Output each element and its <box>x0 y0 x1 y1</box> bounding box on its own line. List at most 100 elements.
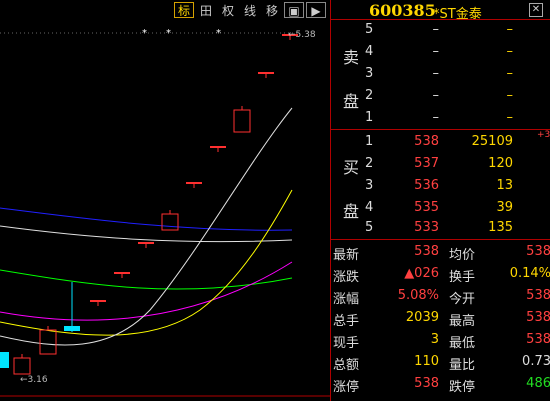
toolbar-move-button[interactable]: 移 <box>262 2 282 18</box>
ma-white-line <box>0 225 293 243</box>
stat-value: 538 <box>526 310 550 325</box>
stat-label: 今开 <box>449 292 476 307</box>
stat-row: 总手 2039 最高 538 <box>331 310 550 332</box>
stat-value: 538 <box>414 244 439 259</box>
sell-level: 3 <box>365 66 374 81</box>
stat-label: 现手 <box>333 336 360 351</box>
stat-value: 0.14% <box>509 266 550 281</box>
stat-row: 最新 538 均价 538 <box>331 244 550 266</box>
sell-price: – <box>432 88 440 103</box>
buy-row[interactable]: 5 533 135 <box>331 220 550 240</box>
event-star-marker[interactable]: * <box>142 28 147 39</box>
stat-label: 涨幅 <box>333 292 360 307</box>
stat-label: 涨停 <box>333 380 360 395</box>
toolbar-grid-button[interactable]: 田 <box>196 2 216 18</box>
buy-price: 537 <box>414 156 439 171</box>
stat-row: 涨幅 5.08% 今开 538 <box>331 288 550 310</box>
sell-row[interactable]: 1 – – <box>331 110 550 130</box>
sell-volume: – <box>506 44 514 59</box>
toolbar-rights-button[interactable]: 权 <box>218 2 238 18</box>
stat-row: 涨停 538 跌停 486 <box>331 376 550 398</box>
max-price-label: ←5.38 <box>288 30 316 40</box>
sell-volume: – <box>506 66 514 81</box>
sell-level: 2 <box>365 88 374 103</box>
buy-level: 1 <box>365 134 374 149</box>
stat-label: 最新 <box>333 248 360 263</box>
stat-label: 量比 <box>449 358 476 373</box>
stat-value: 2039 <box>405 310 439 325</box>
sell-row[interactable]: 4 – – <box>331 44 550 64</box>
candle-body <box>39 329 57 355</box>
min-price-label: ←3.16 <box>20 375 48 385</box>
buy-price: 538 <box>414 134 439 149</box>
close-icon[interactable]: ✕ <box>529 3 543 17</box>
toolbar-mark-button[interactable]: 标 <box>174 2 194 18</box>
buy-price: 536 <box>414 178 439 193</box>
stock-code: 600385 <box>369 1 436 20</box>
stat-value: 3 <box>430 332 439 347</box>
toolbar-play-icon[interactable]: ▶ <box>306 2 326 18</box>
quote-panel: 600385 *ST金泰 ✕ 卖 盘 5 – – 4 – – 3 – – 2 –… <box>330 0 550 401</box>
stat-label: 总手 <box>333 314 360 329</box>
buy-row[interactable]: 4 535 39 <box>331 200 550 220</box>
stat-value: 538 <box>414 376 439 391</box>
stat-value: 538 <box>526 244 550 259</box>
event-star-marker[interactable]: * <box>216 28 221 39</box>
stat-label: 均价 <box>449 248 476 263</box>
stat-label: 最低 <box>449 336 476 351</box>
stat-value: 538 <box>526 288 550 303</box>
buy-level: 2 <box>365 156 374 171</box>
buy-volume: 13 <box>496 178 513 193</box>
buy-row[interactable]: 1 538 25109 +3 <box>331 130 550 154</box>
stat-label: 总额 <box>333 358 360 373</box>
sell-price: – <box>432 22 440 37</box>
stat-label: 最高 <box>449 314 476 329</box>
event-star-marker[interactable]: * <box>166 28 171 39</box>
sell-row[interactable]: 3 – – <box>331 66 550 86</box>
sell-level: 1 <box>365 110 374 125</box>
sell-row[interactable]: 2 – – <box>331 88 550 108</box>
buy1-change-badge: +3 <box>537 130 550 140</box>
stat-value: 110 <box>414 354 439 369</box>
sell-volume: – <box>506 88 514 103</box>
candle-body <box>0 352 9 368</box>
candle-body <box>233 109 251 133</box>
sell-price: – <box>432 44 440 59</box>
buy-level: 4 <box>365 200 374 215</box>
stat-value: 5.08% <box>397 288 439 303</box>
buy-row[interactable]: 3 536 13 <box>331 178 550 198</box>
stat-label: 换手 <box>449 270 476 285</box>
quote-header: 600385 *ST金泰 ✕ <box>331 0 550 22</box>
candle-body <box>161 213 179 231</box>
buy-price: 535 <box>414 200 439 215</box>
ma-blue-line <box>0 207 293 231</box>
stat-row: 涨跌 ▲026 换手 0.14% <box>331 266 550 288</box>
sell-volume: – <box>506 22 514 37</box>
sell-level: 5 <box>365 22 374 37</box>
kline-canvas[interactable] <box>0 0 330 401</box>
sell-price: – <box>432 66 440 81</box>
kline-chart[interactable]: 标 田 权 线 移 ▣ ▶ * * * ←5.38 ←3.16 <box>0 0 330 401</box>
buy-row[interactable]: 2 537 120 <box>331 156 550 176</box>
ma-magenta-line <box>0 261 293 321</box>
buy-volume: 120 <box>488 156 513 171</box>
buy-level: 5 <box>365 220 374 235</box>
ma-white-fast-line <box>0 107 293 346</box>
stat-value: ▲026 <box>404 266 439 281</box>
buy-order-book: 买 盘 1 538 25109 +3 2 537 120 3 536 13 4 … <box>331 130 550 240</box>
sell-row[interactable]: 5 – – <box>331 22 550 42</box>
toolbar-window-icon[interactable]: ▣ <box>284 2 304 18</box>
sell-order-book: 卖 盘 5 – – 4 – – 3 – – 2 – – 1 – – <box>331 20 550 130</box>
stat-value: 538 <box>526 332 550 347</box>
toolbar-line-button[interactable]: 线 <box>240 2 260 18</box>
buy-price: 533 <box>414 220 439 235</box>
sell-volume: – <box>506 110 514 125</box>
stat-label: 跌停 <box>449 380 476 395</box>
sell-level: 4 <box>365 44 374 59</box>
stat-row: 总额 110 量比 0.73 <box>331 354 550 376</box>
stat-label: 涨跌 <box>333 270 360 285</box>
chart-toolbar: 标 田 权 线 移 ▣ ▶ <box>174 2 328 20</box>
stat-value: 0.73 <box>522 354 550 369</box>
buy-level: 3 <box>365 178 374 193</box>
candle-body <box>13 357 31 375</box>
